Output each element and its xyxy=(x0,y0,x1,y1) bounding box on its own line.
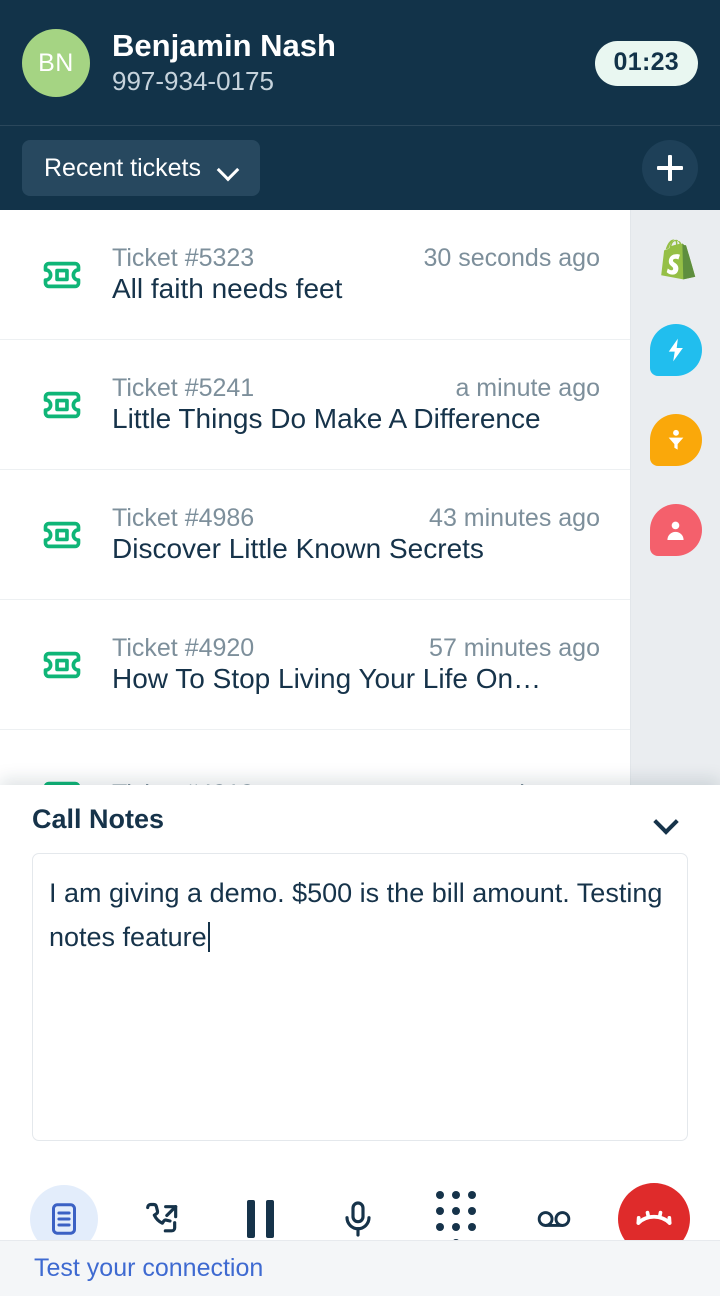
ticket-timestamp: 30 seconds ago xyxy=(423,244,600,272)
ticket-id: Ticket #5323 xyxy=(112,244,255,272)
avatar: BN xyxy=(22,29,90,97)
ticket-icon xyxy=(40,253,84,297)
test-connection-link[interactable]: Test your connection xyxy=(34,1254,263,1283)
call-notes-panel: Call Notes I am giving a demo. $500 is t… xyxy=(0,785,720,1296)
ticket-icon xyxy=(43,391,81,418)
ticket-title: Discover Little Known Secrets xyxy=(112,533,484,564)
ticket-icon xyxy=(40,643,84,687)
ticket-timestamp: 57 minutes ago xyxy=(429,634,600,662)
ticket-icon xyxy=(40,383,84,427)
contact-person-icon xyxy=(649,504,702,556)
chevron-down-icon xyxy=(218,162,238,174)
ticket-body: Ticket #5241 a minute ago Little Things Do… xyxy=(112,374,600,435)
chevron-down-icon xyxy=(655,813,677,826)
ticket-row[interactable]: Ticket #5241 a minute ago Little Things Do… xyxy=(0,340,630,470)
avatar-initials: BN xyxy=(38,48,74,77)
dialpad-icon xyxy=(436,1190,476,1247)
call-notes-value: I am giving a demo. $500 is the bill amo… xyxy=(49,878,670,952)
ticket-id: Ticket #5241 xyxy=(112,374,255,402)
ticket-id: Ticket #4920 xyxy=(112,634,255,662)
ticket-title: Little Things Do Make A Difference xyxy=(112,403,541,434)
ticket-timestamp: 43 minutes ago xyxy=(429,504,600,532)
microphone-icon xyxy=(345,1200,371,1237)
app-rail-item-shopify[interactable] xyxy=(650,234,702,286)
plus-icon xyxy=(657,155,683,181)
ticket-meta: Ticket #4986 43 minutes ago xyxy=(112,504,600,533)
app-rail-item-lightning[interactable] xyxy=(649,324,702,376)
ticket-row[interactable]: Ticket #4986 43 minutes ago Discover Littl… xyxy=(0,470,630,600)
ticket-body: Ticket #5323 30 seconds ago All faith need… xyxy=(112,244,600,305)
call-notes-input[interactable]: I am giving a demo. $500 is the bill amo… xyxy=(32,853,688,1141)
lightning-icon xyxy=(649,324,702,376)
call-header: BN Benjamin Nash 997-934-0175 01:23 xyxy=(0,0,720,126)
collapse-notes-button[interactable] xyxy=(644,797,688,841)
ticket-meta: Ticket #5323 30 seconds ago xyxy=(112,244,600,273)
status-bar: Test your connection xyxy=(0,1240,720,1296)
caller-phone: 997-934-0175 xyxy=(112,66,274,97)
ticket-icon xyxy=(43,521,81,548)
notes-icon xyxy=(52,1202,76,1235)
pause-icon xyxy=(246,1199,274,1238)
call-timer: 01:23 xyxy=(594,40,698,86)
ticket-body: Ticket #4986 43 minutes ago Discover Littl… xyxy=(112,504,600,565)
text-cursor xyxy=(207,921,210,952)
caller-info: Benjamin Nash 997-934-0175 xyxy=(112,27,595,98)
shopify-icon xyxy=(660,239,695,280)
voicemail-icon xyxy=(537,1210,571,1227)
recent-tickets-dropdown-label: Recent tickets xyxy=(44,153,202,182)
hangup-phone-icon xyxy=(636,1210,672,1225)
call-notes-header: Call Notes xyxy=(0,785,720,853)
ticket-timestamp: a minute ago xyxy=(455,374,600,402)
softphone-panel: BN Benjamin Nash 997-934-0175 01:23 Rece… xyxy=(0,0,720,1296)
app-rail-item-funnel-person[interactable] xyxy=(649,414,702,466)
funnel-person-icon xyxy=(649,414,702,466)
caller-name: Benjamin Nash xyxy=(112,27,336,63)
ticket-row[interactable]: Ticket #5323 30 seconds ago All faith need… xyxy=(0,210,630,340)
ticket-icon xyxy=(43,261,81,288)
ticket-row[interactable]: Ticket #4920 57 minutes ago How To Stop Li… xyxy=(0,600,630,730)
ticket-icon xyxy=(40,513,84,557)
ticket-title: All faith needs feet xyxy=(112,273,343,304)
ticket-icon xyxy=(43,651,81,678)
ticket-body: Ticket #4920 57 minutes ago How To Stop Li… xyxy=(112,634,600,695)
call-notes-title: Call Notes xyxy=(32,803,165,834)
recent-tickets-dropdown[interactable]: Recent tickets xyxy=(22,140,261,196)
tickets-toolbar: Recent tickets xyxy=(0,126,720,210)
call-transfer-icon xyxy=(146,1202,178,1232)
ticket-meta: Ticket #5241 a minute ago xyxy=(112,374,600,403)
app-rail-item-contact-person[interactable] xyxy=(649,504,702,556)
ticket-id: Ticket #4986 xyxy=(112,504,255,532)
add-ticket-button[interactable] xyxy=(642,140,698,196)
ticket-meta: Ticket #4920 57 minutes ago xyxy=(112,634,600,663)
ticket-title: How To Stop Living Your Life On… xyxy=(112,663,542,694)
